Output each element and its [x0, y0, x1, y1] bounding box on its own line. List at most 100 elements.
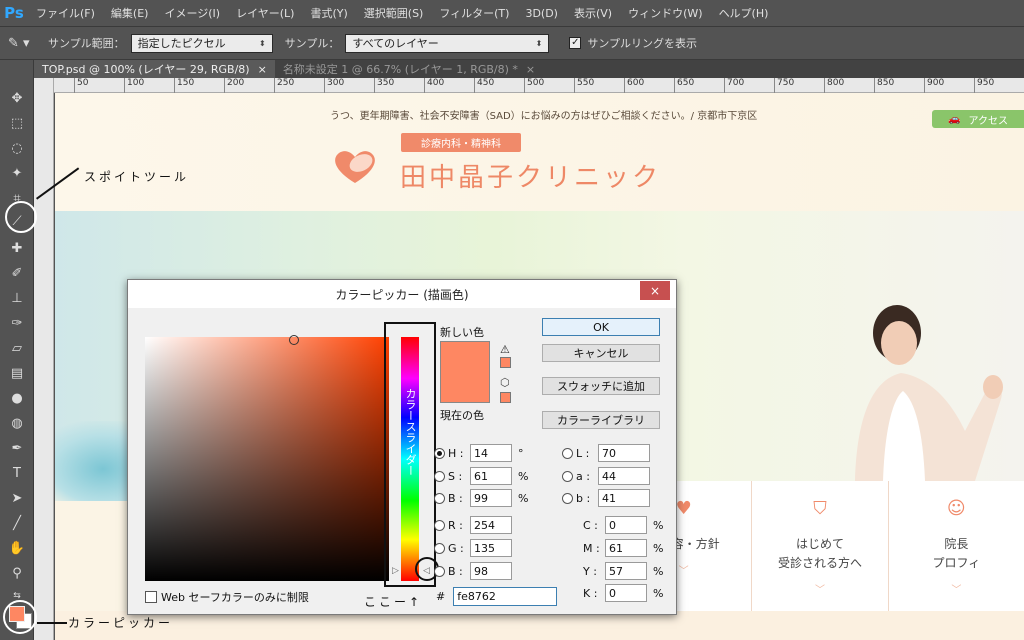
input-r[interactable]: 254	[470, 516, 512, 534]
field-label-c: C :	[583, 518, 598, 532]
nav-card-profile[interactable]: ☺ 院長 プロフィ ﹀	[887, 481, 1024, 611]
magic-wand-tool-icon[interactable]: ✦	[7, 163, 27, 183]
menu-select[interactable]: 選択範囲(S)	[356, 5, 432, 21]
sample-size-select[interactable]: 指定したピクセル ⬍	[130, 33, 273, 53]
line-tool-icon[interactable]: ╱	[7, 513, 27, 533]
cancel-button[interactable]: キャンセル	[542, 344, 660, 362]
marquee-tool-icon[interactable]: ⬚	[7, 113, 27, 133]
current-color-swatch[interactable]	[440, 371, 490, 403]
show-ring-checkbox[interactable]: ✓	[569, 37, 582, 49]
input-c[interactable]: 0	[605, 516, 647, 534]
close-icon[interactable]: ×	[258, 63, 267, 76]
input-h[interactable]: 14	[470, 444, 512, 462]
access-button[interactable]: 🚗 アクセス	[932, 110, 1024, 128]
field-row-k: K : 0%	[583, 584, 667, 602]
input-blue[interactable]: 98	[470, 562, 512, 580]
hand-tool-icon[interactable]: ✋	[7, 538, 27, 558]
hex-input[interactable]: fe8762	[453, 586, 558, 606]
car-icon: 🚗	[948, 113, 961, 125]
sample-value: すべてのレイヤー	[352, 37, 439, 50]
ruler-tick-label: 850	[874, 78, 894, 93]
sample-select[interactable]: すべてのレイヤー ⬍	[345, 33, 550, 53]
move-tool-icon[interactable]: ✥	[7, 88, 27, 108]
add-to-swatches-button[interactable]: スウォッチに追加	[542, 377, 660, 395]
radio-lab-b[interactable]	[562, 492, 573, 504]
menu-bar: Ps ファイル(F) 編集(E) イメージ(I) レイヤー(L) 書式(Y) 選…	[0, 0, 1024, 26]
close-icon[interactable]: ×	[640, 281, 670, 300]
menu-help[interactable]: ヘルプ(H)	[711, 5, 777, 21]
menu-file[interactable]: ファイル(F)	[28, 5, 103, 21]
nav-card-first-visit[interactable]: ⛉ はじめて 受診される方へ ﹀	[751, 481, 887, 611]
horizontal-ruler: 50 100 150 200 250 300 350 400 450 500 550 600 650 70…	[54, 78, 1024, 93]
radio-b[interactable]	[434, 492, 445, 504]
pen-tool-icon[interactable]: ✒	[7, 438, 27, 458]
sample-size-label: サンプル範囲：	[48, 37, 125, 50]
color-picker-cursor[interactable]	[289, 335, 299, 345]
leaf-badge-icon: ⛉	[813, 498, 827, 519]
gradient-tool-icon[interactable]: ▤	[7, 363, 27, 383]
history-brush-tool-icon[interactable]: ✑	[7, 313, 27, 333]
websafe-checkbox[interactable]	[145, 591, 157, 603]
tab-untitled-1[interactable]: 名称未設定 1 @ 66.7% (レイヤー 1, RGB/8) * ×	[275, 60, 543, 78]
healing-brush-tool-icon[interactable]: ✚	[7, 238, 27, 258]
hex-row: # fe8762	[436, 586, 558, 606]
input-g[interactable]: 135	[470, 539, 512, 557]
ok-button[interactable]: OK	[542, 318, 660, 336]
zoom-tool-icon[interactable]: ⚲	[7, 563, 27, 583]
ruler-tick-label: 150	[174, 78, 194, 93]
menu-image[interactable]: イメージ(I)	[156, 5, 228, 21]
menu-filter[interactable]: フィルター(T)	[431, 5, 517, 21]
path-select-tool-icon[interactable]: ➤	[7, 488, 27, 508]
gamut-warning-swatch[interactable]	[500, 357, 511, 368]
dodge-tool-icon[interactable]: ◍	[7, 413, 27, 433]
radio-a[interactable]	[562, 470, 573, 482]
ruler-tick-label: 600	[624, 78, 644, 93]
eraser-tool-icon[interactable]: ▱	[7, 338, 27, 358]
gamut-warning-icon[interactable]: ⚠	[500, 343, 510, 356]
new-color-swatch	[440, 341, 490, 371]
type-tool-icon[interactable]: T	[7, 463, 27, 483]
blur-tool-icon[interactable]: ●	[7, 388, 27, 408]
radio-blue[interactable]	[434, 565, 445, 577]
input-k[interactable]: 0	[605, 584, 647, 602]
tab-label: 名称未設定 1 @ 66.7% (レイヤー 1, RGB/8) *	[282, 63, 518, 76]
menu-view[interactable]: 表示(V)	[566, 5, 620, 21]
menu-window[interactable]: ウィンドウ(W)	[620, 5, 710, 21]
ruler-tick-label: 250	[274, 78, 294, 93]
close-icon[interactable]: ×	[526, 63, 535, 76]
here-annotation: ここー↑	[364, 595, 423, 609]
menu-edit[interactable]: 編集(E)	[103, 5, 157, 21]
radio-r[interactable]	[434, 519, 445, 531]
menu-type[interactable]: 書式(Y)	[302, 5, 355, 21]
radio-g[interactable]	[434, 542, 445, 554]
menu-layer[interactable]: レイヤー(L)	[228, 5, 302, 21]
input-s[interactable]: 61	[470, 467, 512, 485]
input-y[interactable]: 57	[605, 562, 647, 580]
lasso-tool-icon[interactable]: ◌	[7, 138, 27, 158]
input-lab-b[interactable]: 41	[598, 489, 650, 507]
web-cube-icon[interactable]: ⬡	[500, 376, 510, 389]
foreground-color-swatch[interactable]	[9, 606, 25, 622]
clone-stamp-tool-icon[interactable]: ⊥	[7, 288, 27, 308]
nav-card-label: はじめて	[795, 537, 844, 551]
current-color-label: 現在の色	[440, 409, 484, 422]
slider-left-arrow-icon[interactable]: ▷	[392, 566, 399, 576]
brush-tool-icon[interactable]: ✐	[7, 263, 27, 283]
color-libraries-button[interactable]: カラーライブラリ	[542, 411, 660, 429]
input-m[interactable]: 61	[605, 539, 647, 557]
input-b[interactable]: 99	[470, 489, 512, 507]
input-a[interactable]: 44	[598, 467, 650, 485]
input-l[interactable]: 70	[598, 444, 650, 462]
menu-3d[interactable]: 3D(D)	[517, 7, 566, 20]
vertical-ruler	[34, 78, 54, 640]
radio-s[interactable]	[434, 470, 445, 482]
tab-top-psd[interactable]: TOP.psd @ 100% (レイヤー 29, RGB/8) ×	[34, 60, 275, 78]
field-label-r: R :	[448, 518, 463, 532]
ruler-tick-label: 900	[924, 78, 944, 93]
radio-l[interactable]	[562, 447, 573, 459]
eyedropper-preset-icon[interactable]: ✎ ▾	[8, 36, 42, 51]
web-safe-swatch[interactable]	[500, 392, 511, 403]
radio-h[interactable]	[434, 447, 445, 459]
saturation-brightness-field[interactable]	[145, 337, 389, 581]
nav-card-label-2: プロフィ	[932, 556, 981, 570]
